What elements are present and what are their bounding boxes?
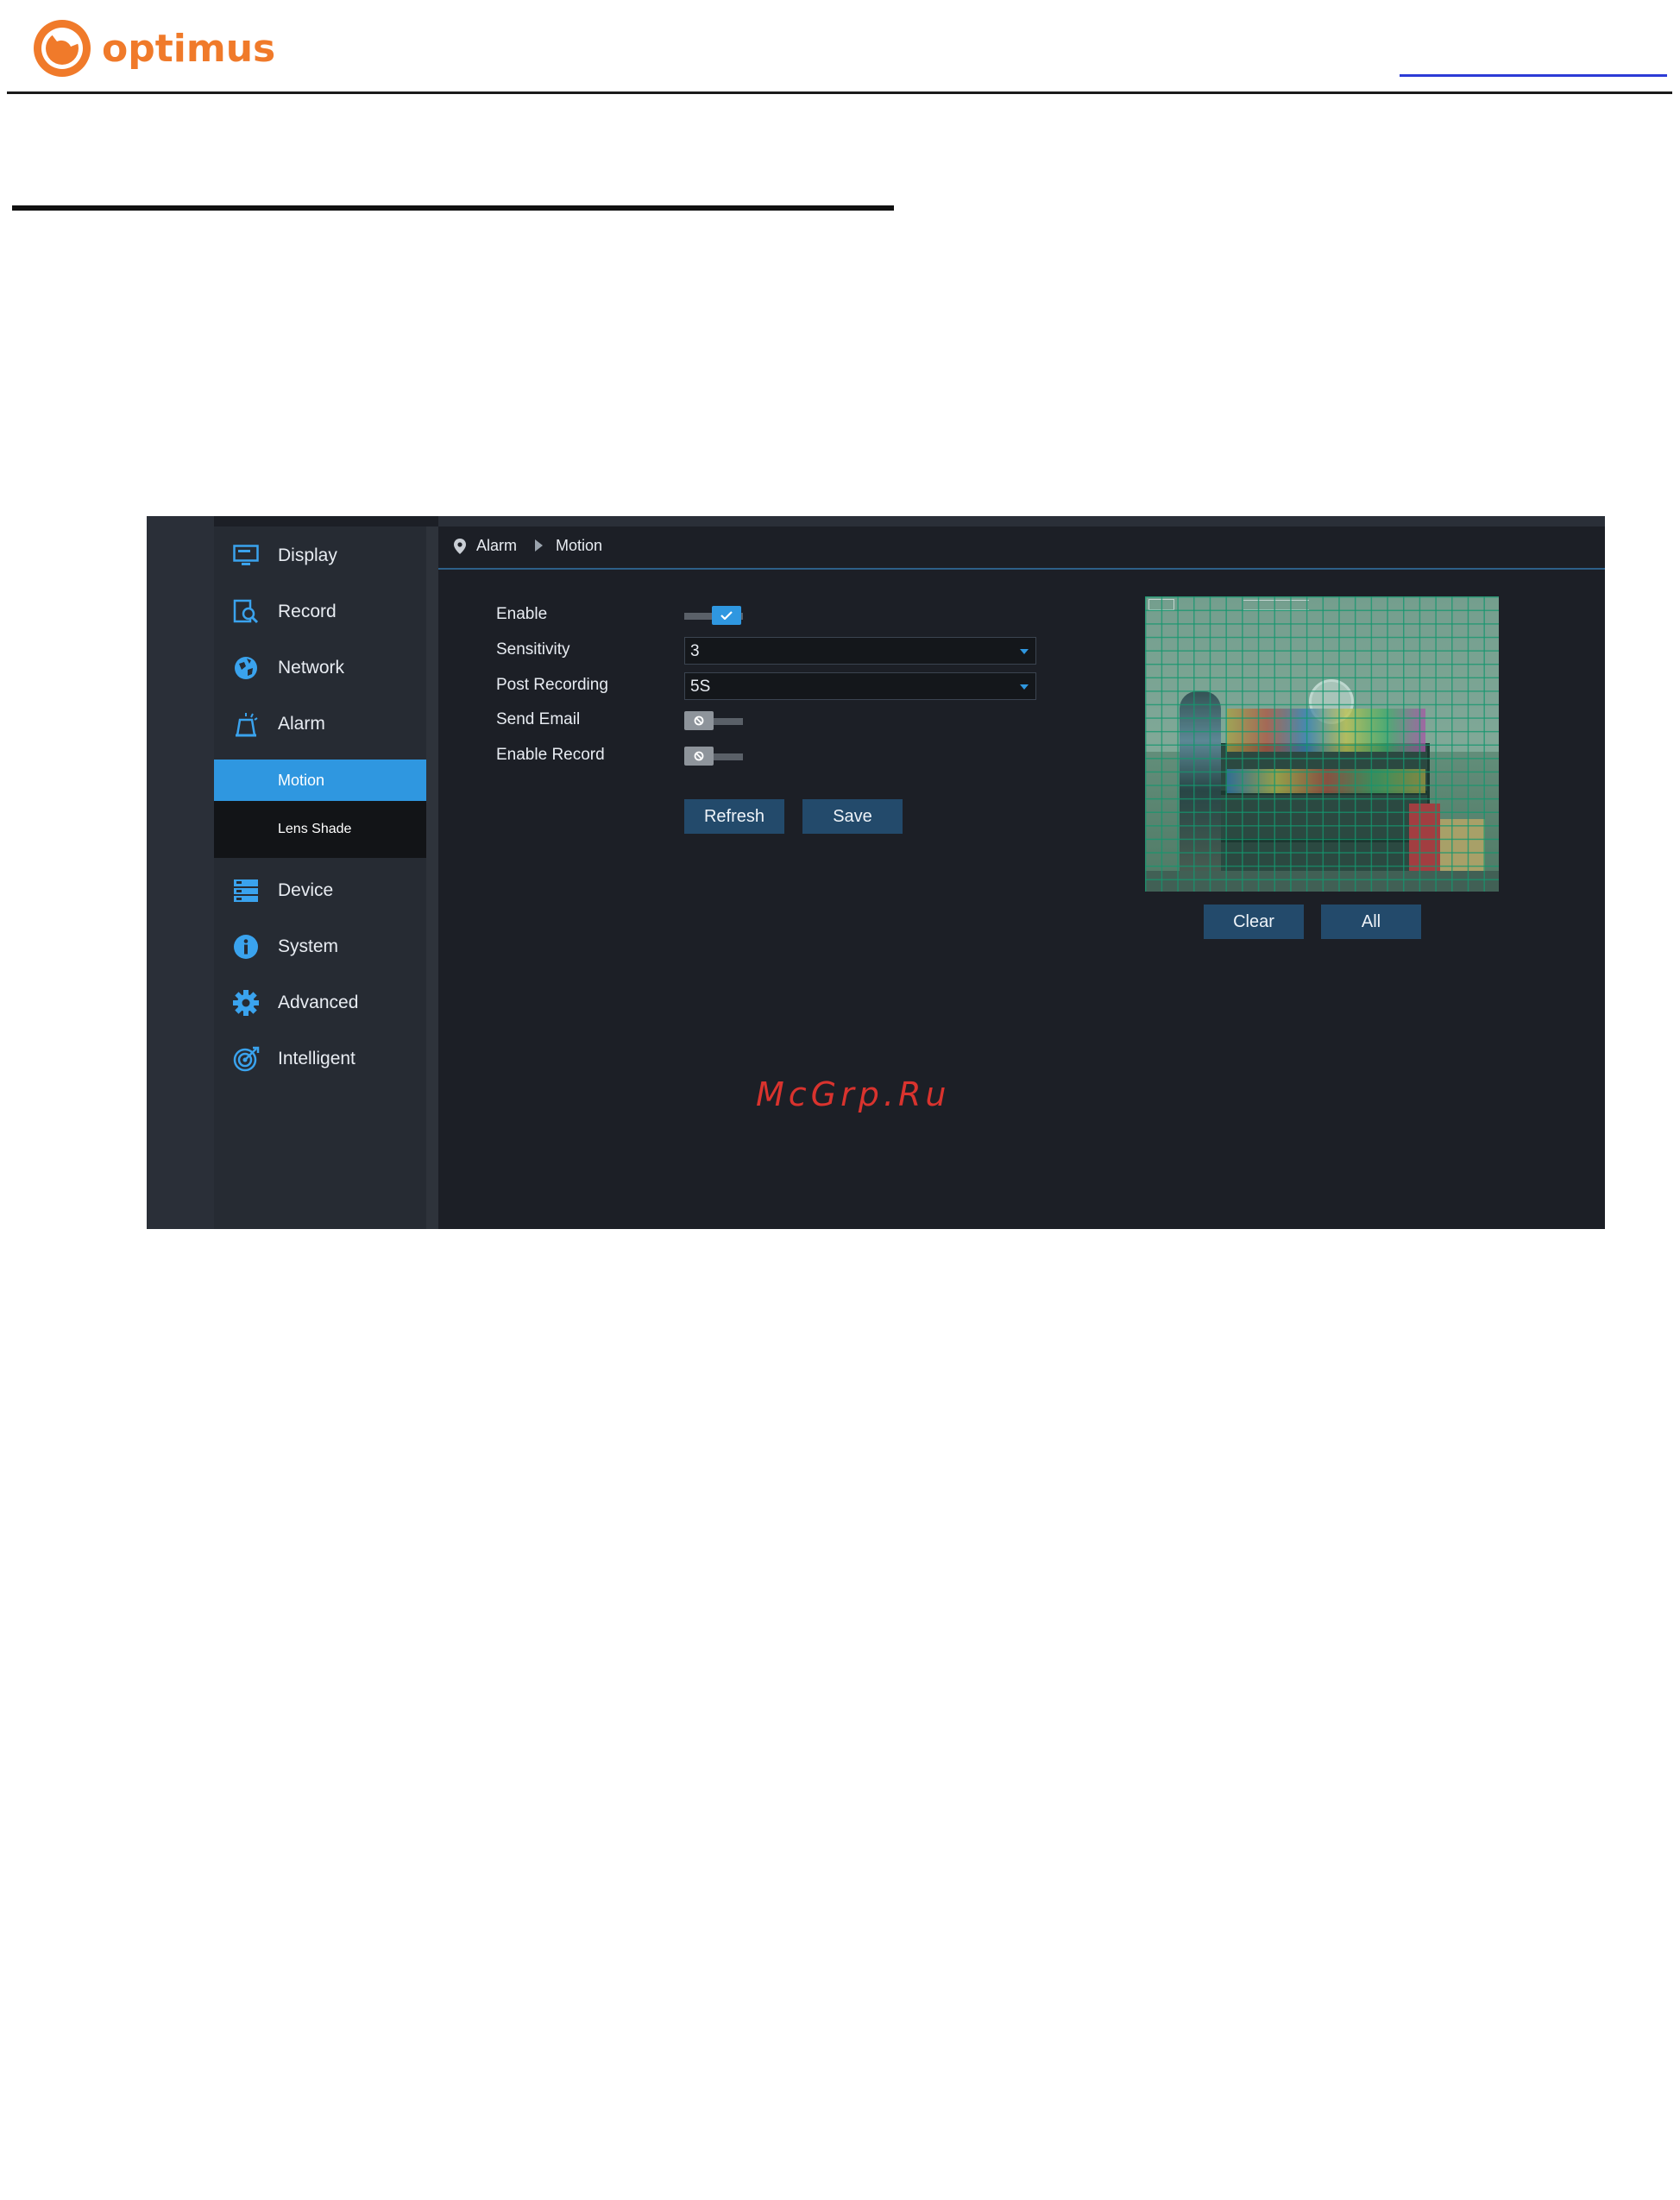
clear-button[interactable]: Clear bbox=[1204, 905, 1304, 939]
sidebar-item-record[interactable]: Record bbox=[214, 586, 426, 638]
post-recording-select[interactable]: 5S bbox=[684, 672, 1036, 700]
header-link-underline[interactable] bbox=[1400, 74, 1667, 77]
alarm-siren-icon bbox=[231, 709, 261, 739]
select-all-button[interactable]: All bbox=[1321, 905, 1421, 939]
sidebar-item-label: Display bbox=[278, 545, 337, 565]
header-divider bbox=[7, 91, 1672, 94]
globe-icon bbox=[231, 653, 261, 683]
monitor-icon bbox=[231, 541, 261, 570]
enable-label: Enable bbox=[496, 605, 548, 623]
top-strip bbox=[438, 516, 1605, 526]
sidebar-item-advanced[interactable]: Advanced bbox=[214, 977, 426, 1029]
gear-icon bbox=[231, 988, 261, 1018]
sidebar-subitem-motion[interactable]: Motion bbox=[214, 760, 426, 801]
sensitivity-value: 3 bbox=[690, 642, 700, 660]
enable-toggle[interactable] bbox=[684, 606, 743, 625]
sidebar-item-display[interactable]: Display bbox=[214, 530, 426, 582]
breadcrumb-page: Motion bbox=[556, 537, 603, 554]
breadcrumb-section[interactable]: Alarm bbox=[476, 537, 517, 555]
sidebar-item-alarm[interactable]: Alarm bbox=[214, 698, 426, 750]
chevron-down-icon bbox=[1020, 649, 1029, 654]
breadcrumb: Alarm Motion bbox=[438, 526, 1605, 566]
post-recording-value: 5S bbox=[690, 678, 711, 696]
motion-detection-grid[interactable] bbox=[1145, 596, 1499, 892]
sidebar-item-intelligent[interactable]: Intelligent bbox=[214, 1033, 426, 1085]
sensitivity-select[interactable]: 3 bbox=[684, 637, 1036, 665]
sidebar-item-network[interactable]: Network bbox=[214, 642, 426, 694]
checkmark-icon bbox=[720, 611, 733, 620]
enable-record-toggle[interactable] bbox=[684, 747, 743, 766]
refresh-button[interactable]: Refresh bbox=[684, 799, 784, 834]
sidebar-subitem-label: Motion bbox=[278, 771, 325, 789]
sidebar-subitem-label: Lens Shade bbox=[278, 822, 352, 836]
optimus-logo-icon bbox=[34, 20, 91, 77]
send-email-toggle[interactable] bbox=[684, 711, 743, 730]
sensitivity-label: Sensitivity bbox=[496, 640, 570, 659]
toggle-knob bbox=[684, 711, 714, 730]
location-pin-icon bbox=[454, 539, 466, 558]
sidebar-item-label: Intelligent bbox=[278, 1049, 356, 1068]
post-recording-label: Post Recording bbox=[496, 676, 608, 694]
breadcrumb-separator-icon bbox=[535, 539, 543, 552]
chevron-down-icon bbox=[1020, 684, 1029, 690]
sidebar-subitem-lens-shade[interactable]: Lens Shade bbox=[214, 801, 426, 858]
sidebar-item-label: Device bbox=[278, 880, 334, 900]
breadcrumb-underline bbox=[438, 568, 1605, 570]
storage-device-icon bbox=[231, 876, 261, 905]
disabled-icon bbox=[694, 715, 704, 726]
disabled-icon bbox=[694, 751, 704, 761]
send-email-label: Send Email bbox=[496, 710, 581, 728]
toggle-knob bbox=[712, 606, 741, 625]
sidebar-item-label: Record bbox=[278, 602, 337, 621]
watermark: McGrp.Ru bbox=[756, 1075, 951, 1113]
brand-name: optimus bbox=[102, 26, 276, 71]
section-heading-rule bbox=[12, 205, 894, 211]
left-gutter bbox=[147, 516, 214, 1229]
target-icon bbox=[231, 1044, 261, 1074]
info-icon bbox=[231, 932, 261, 961]
save-button[interactable]: Save bbox=[802, 799, 903, 834]
sidebar-item-label: System bbox=[278, 936, 339, 956]
sidebar-item-device[interactable]: Device bbox=[214, 865, 426, 917]
sidebar-item-system[interactable]: System bbox=[214, 921, 426, 973]
enable-record-label: Enable Record bbox=[496, 746, 605, 764]
sidebar-divider bbox=[426, 526, 438, 1229]
record-search-icon bbox=[231, 597, 261, 627]
sidebar-item-label: Advanced bbox=[278, 993, 359, 1012]
sidebar-item-label: Network bbox=[278, 658, 345, 678]
sidebar-item-label: Alarm bbox=[278, 714, 325, 734]
nvr-settings-window: Display Record Network Alarm Motion Lens… bbox=[147, 516, 1605, 1229]
toggle-knob bbox=[684, 747, 714, 766]
brand-logo: optimus bbox=[31, 17, 275, 79]
motion-area-preview[interactable] bbox=[1145, 596, 1499, 892]
